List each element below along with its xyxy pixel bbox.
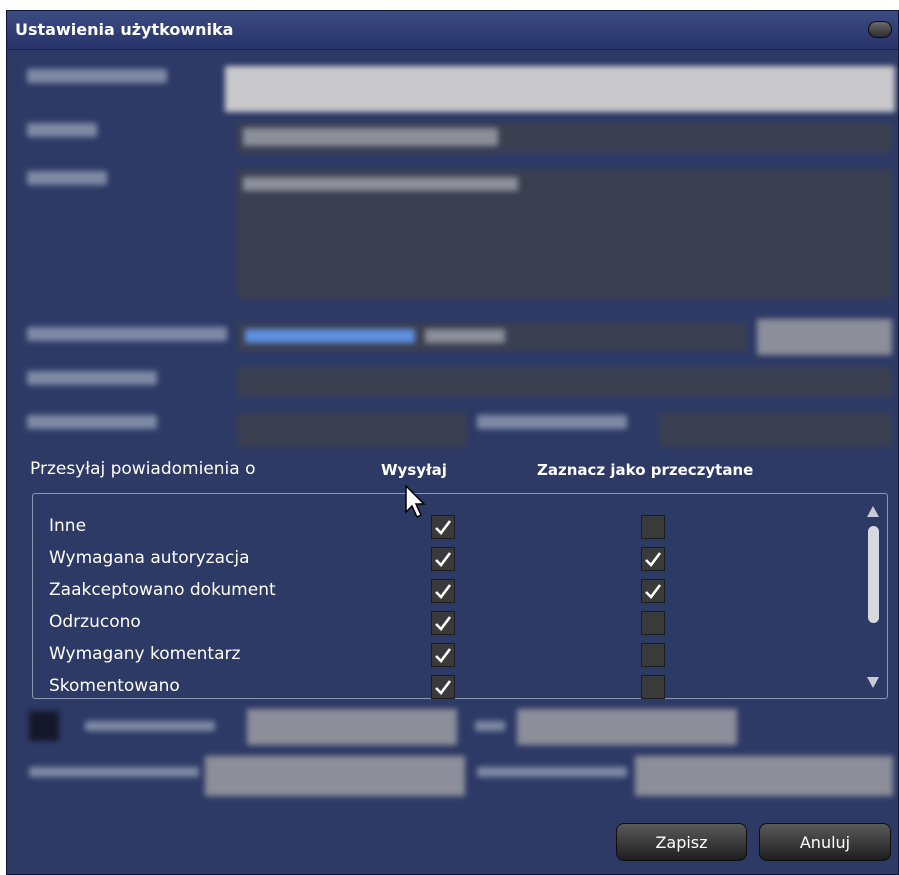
dialog-title: Ustawienia użytkownika [15, 20, 234, 39]
redacted-field[interactable] [635, 756, 893, 796]
send-checkbox[interactable] [431, 579, 455, 603]
redacted-button[interactable] [757, 319, 892, 355]
redacted-label [27, 171, 107, 185]
redacted-label [27, 327, 227, 341]
minimize-button[interactable] [868, 21, 892, 38]
redacted-label [27, 69, 167, 83]
notification-row: Odrzucono [33, 608, 887, 640]
scroll-up-arrow-icon[interactable] [867, 506, 879, 517]
save-button[interactable]: Zapisz [616, 823, 747, 861]
redacted-field[interactable] [659, 413, 892, 447]
send-checkbox[interactable] [431, 547, 455, 571]
notification-row: Zaakceptowano dokument [33, 576, 887, 608]
scroll-down-arrow-icon[interactable] [867, 677, 879, 688]
notification-row: Inne [33, 512, 887, 544]
mark-read-checkbox[interactable] [641, 515, 665, 539]
redacted-value [243, 128, 498, 146]
redacted-label [85, 721, 215, 731]
redacted-value [245, 329, 415, 343]
redacted-label [477, 415, 627, 429]
notification-row: Wymagany komentarz [33, 640, 887, 672]
mark-read-checkbox[interactable] [641, 611, 665, 635]
redacted-label [27, 371, 157, 385]
notification-row-label: Wymagany komentarz [49, 644, 241, 664]
notification-row-label: Zaakceptowano dokument [49, 580, 276, 600]
notification-row: Wymagana autoryzacja [33, 544, 887, 576]
notifications-section-label: Przesyłaj powiadomienia o [30, 459, 256, 479]
redacted-label [477, 767, 627, 777]
redacted-label [27, 415, 157, 429]
redacted-field[interactable] [225, 66, 895, 112]
redacted-field[interactable] [237, 367, 892, 397]
notification-row-label: Wymagana autoryzacja [49, 548, 250, 568]
notification-row-label: Inne [49, 516, 87, 536]
send-checkbox[interactable] [431, 515, 455, 539]
mark-read-checkbox[interactable] [641, 675, 665, 699]
notifications-list: Inne Wymagana autoryzacja Zaakceptowano do… [32, 493, 888, 699]
redacted-label [27, 123, 97, 137]
redacted-icon [29, 711, 59, 741]
notification-row-label: Odrzucono [49, 612, 141, 632]
mark-read-checkbox[interactable] [641, 579, 665, 603]
mark-read-checkbox[interactable] [641, 643, 665, 667]
column-header-send: Wysyłaj [381, 461, 447, 479]
send-checkbox[interactable] [431, 675, 455, 699]
redacted-label [475, 721, 505, 731]
redacted-field[interactable] [517, 709, 737, 745]
dialog-titlebar: Ustawienia użytkownika [7, 11, 898, 50]
redacted-label [29, 767, 199, 777]
redacted-field[interactable] [247, 709, 457, 745]
redacted-value [425, 329, 505, 343]
notification-row-label: Skomentowano [49, 676, 180, 696]
column-header-mark-read: Zaznacz jako przeczytane [537, 461, 754, 479]
scroll-thumb[interactable] [868, 526, 879, 623]
send-checkbox[interactable] [431, 643, 455, 667]
notification-row: Skomentowano [33, 672, 887, 704]
list-scrollbar[interactable] [865, 506, 881, 688]
user-settings-dialog: Ustawienia użytkownika Przesyłaj powiado… [6, 10, 899, 875]
redacted-value [243, 177, 518, 191]
mouse-pointer-icon [405, 485, 426, 519]
redacted-field[interactable] [205, 756, 465, 796]
redacted-field[interactable] [237, 413, 467, 447]
mark-read-checkbox[interactable] [641, 547, 665, 571]
cancel-button[interactable]: Anuluj [759, 823, 891, 861]
send-checkbox[interactable] [431, 611, 455, 635]
